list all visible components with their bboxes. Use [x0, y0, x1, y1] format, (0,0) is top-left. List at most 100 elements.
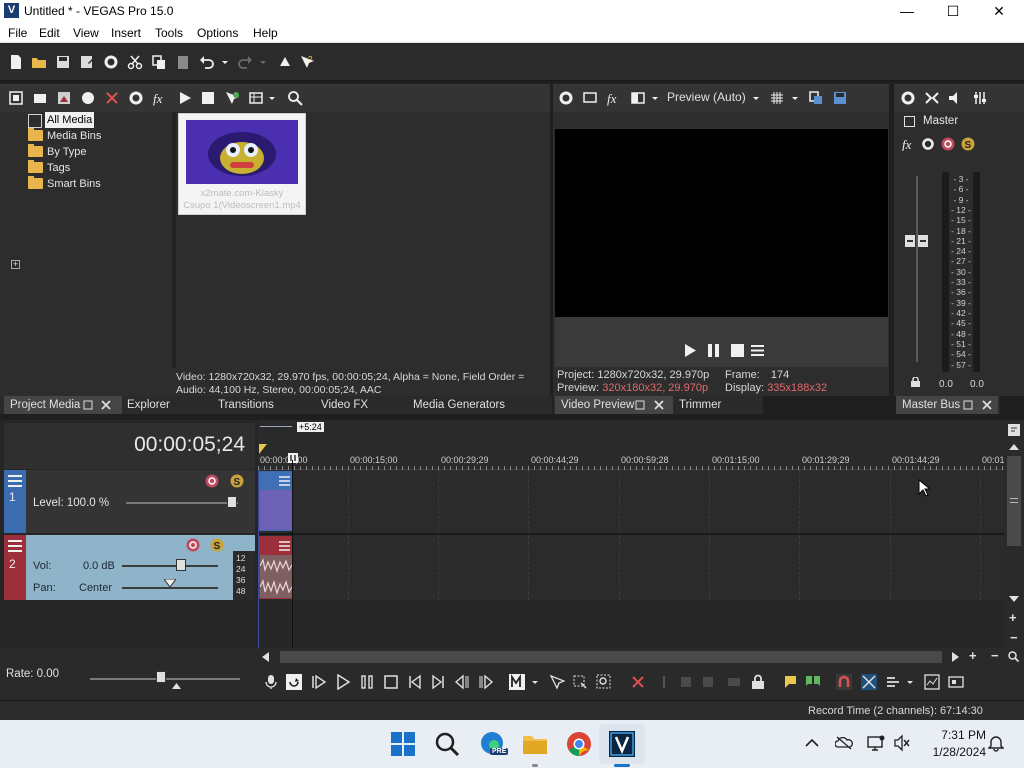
vscroll-thumb[interactable] — [1007, 456, 1021, 546]
remove-selected-media-icon[interactable] — [104, 90, 120, 106]
expand-by-type-toggle[interactable]: + — [11, 260, 20, 269]
scroll-left-icon[interactable] — [262, 652, 269, 662]
time-zoom-in-icon[interactable]: + — [969, 648, 977, 663]
start-button-icon[interactable] — [389, 730, 417, 758]
master-fx-icon[interactable]: fx — [902, 137, 916, 151]
edit-tool-dropdown-icon[interactable] — [531, 674, 539, 690]
auto-ripple-dropdown-icon[interactable] — [906, 674, 914, 690]
video-track-solo-icon[interactable]: S — [230, 474, 244, 488]
video-track-menu-icon[interactable] — [8, 475, 22, 487]
tab-explorer[interactable]: Explorer — [121, 396, 176, 414]
network-icon[interactable] — [867, 734, 885, 752]
audio-track-mute-icon[interactable] — [186, 538, 200, 552]
minimize-button[interactable]: — — [884, 0, 930, 22]
clock-date[interactable]: 1/28/2024 — [915, 745, 986, 759]
timeline-settings-icon[interactable] — [1008, 424, 1020, 436]
play-media-icon[interactable] — [177, 90, 193, 106]
play-from-start-icon[interactable] — [311, 674, 327, 690]
split-screen-dropdown-icon[interactable] — [651, 90, 659, 106]
audio-event-menu-icon[interactable] — [279, 541, 290, 551]
master-undock-icon[interactable] — [963, 400, 973, 410]
track-zoom-out-icon[interactable]: − — [1010, 630, 1018, 645]
go-to-end-icon[interactable] — [430, 674, 446, 690]
media-thumbnail[interactable]: x2mate.com-Klasky Csupo 1(Videoscreen1.m… — [178, 113, 306, 215]
enable-snapping-icon[interactable] — [277, 54, 293, 70]
tree-item-smart-bins[interactable]: Smart Bins — [47, 176, 101, 192]
paste-icon[interactable] — [175, 54, 191, 70]
tree-item-all-media[interactable]: All Media — [45, 112, 95, 128]
close-tab-icon[interactable] — [101, 400, 111, 410]
pause-icon[interactable] — [359, 674, 375, 690]
level-slider-knob[interactable] — [227, 496, 237, 508]
tab-transitions[interactable]: Transitions — [212, 396, 280, 414]
record-icon[interactable] — [263, 674, 279, 690]
new-file-icon[interactable] — [8, 54, 24, 70]
search-icon[interactable] — [433, 730, 461, 758]
normal-edit-tool-icon[interactable] — [509, 674, 525, 690]
redo-icon[interactable] — [237, 54, 253, 70]
media-properties-icon[interactable] — [128, 90, 144, 106]
dim-output-icon[interactable] — [947, 90, 963, 106]
vol-slider-knob[interactable] — [176, 559, 186, 571]
timeline-hscroll[interactable]: + − — [258, 648, 1024, 666]
preview-undock-icon[interactable] — [635, 400, 645, 410]
overlays-grid-icon[interactable] — [769, 90, 785, 106]
track-zoom-in-icon[interactable]: + — [1009, 610, 1017, 625]
preview-play-icon[interactable] — [684, 344, 697, 357]
split-screen-icon[interactable] — [630, 90, 646, 106]
tree-item-media-bins[interactable]: Media Bins — [47, 128, 101, 144]
envelope-tool-icon[interactable] — [549, 674, 565, 690]
search-media-icon[interactable] — [287, 90, 303, 106]
trim-icon[interactable] — [656, 674, 672, 690]
stop-icon[interactable] — [383, 674, 399, 690]
save-snapshot-icon[interactable] — [832, 90, 848, 106]
import-media-icon[interactable] — [8, 90, 24, 106]
mixer-properties-gear-icon[interactable] — [900, 90, 916, 106]
menu-file[interactable]: File — [8, 26, 27, 40]
tab-video-fx[interactable]: Video FX — [315, 396, 374, 414]
loop-marker-icon[interactable] — [259, 444, 267, 454]
master-close-tab-icon[interactable] — [982, 400, 992, 410]
master-select-checkbox[interactable] — [904, 116, 915, 127]
copy-icon[interactable] — [151, 54, 167, 70]
trim-end-icon[interactable] — [700, 674, 716, 690]
insert-marker-icon[interactable] — [782, 674, 798, 690]
master-mute-icon[interactable] — [941, 137, 955, 151]
menu-insert[interactable]: Insert — [111, 26, 141, 40]
notifications-bell-icon[interactable] — [988, 734, 1004, 752]
show-hidden-icons-icon[interactable] — [805, 738, 819, 748]
preview-properties-gear-icon[interactable] — [558, 90, 574, 106]
lock-envelopes-icon[interactable] — [924, 674, 940, 690]
scroll-down-icon[interactable] — [1009, 596, 1019, 602]
trim-start-icon[interactable] — [678, 674, 694, 690]
preview-close-tab-icon[interactable] — [654, 400, 664, 410]
tree-item-by-type[interactable]: By Type — [47, 144, 87, 160]
zoom-tool-icon[interactable] — [1008, 651, 1019, 662]
views-icon[interactable] — [248, 90, 264, 106]
preview-stop-icon[interactable] — [731, 344, 744, 357]
master-fader-handle[interactable] — [905, 235, 929, 247]
video-preview-screen[interactable] — [555, 129, 888, 317]
undock-icon[interactable] — [83, 400, 93, 410]
save-as-icon[interactable] — [79, 54, 95, 70]
volume-muted-icon[interactable] — [893, 734, 911, 752]
video-event-menu-icon[interactable] — [279, 476, 290, 486]
preview-menu-icon[interactable] — [751, 344, 764, 357]
cut-icon[interactable] — [127, 54, 143, 70]
delete-icon[interactable] — [630, 674, 646, 690]
audio-event[interactable] — [259, 536, 293, 599]
open-folder-icon[interactable] — [31, 54, 47, 70]
scroll-right-icon[interactable] — [952, 652, 959, 662]
time-ruler[interactable]: 00:00:00;00 00:00:15;00 00:00:29;29 00:00:4… — [258, 446, 1007, 470]
video-output-fx-icon[interactable]: fx — [606, 90, 622, 106]
save-icon[interactable] — [55, 54, 71, 70]
redo-dropdown-icon[interactable] — [259, 54, 267, 70]
preview-quality-dropdown-icon[interactable] — [752, 90, 760, 106]
close-window-button[interactable]: ✕ — [976, 0, 1022, 22]
audio-track-header[interactable]: 2 S Vol: 0.0 dB Pan: Center 12 24 36 48 — [4, 535, 255, 601]
scroll-up-icon[interactable] — [1009, 444, 1019, 450]
play-icon[interactable] — [335, 674, 351, 690]
audio-track-solo-icon[interactable]: S — [210, 538, 224, 552]
time-zoom-out-icon[interactable]: − — [991, 648, 999, 663]
video-track-mute-icon[interactable] — [205, 474, 219, 488]
